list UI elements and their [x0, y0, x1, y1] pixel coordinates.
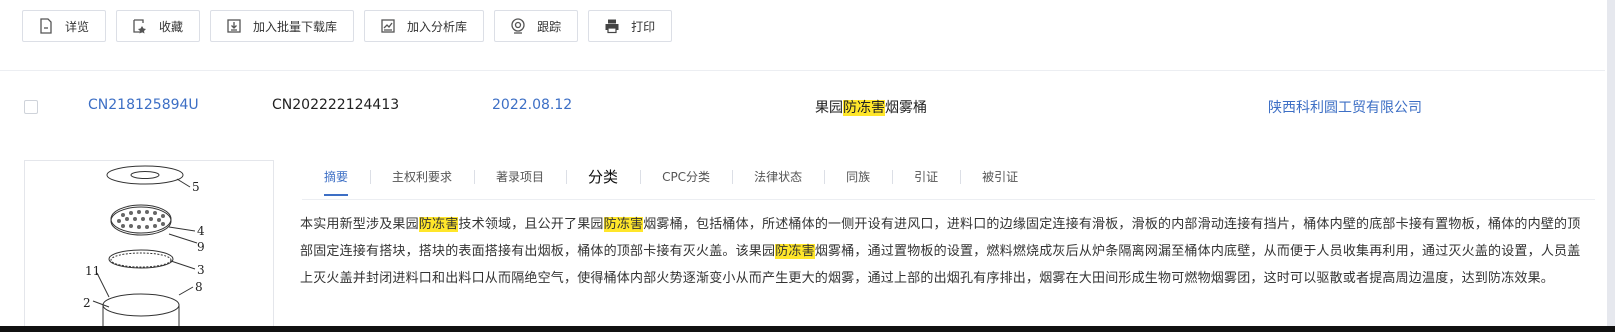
toolbar: 详览 收藏 加入批量下载库 加入分析库 跟踪 打印 [22, 10, 673, 44]
favorite-button[interactable]: 收藏 [116, 10, 201, 42]
add-analysis-button[interactable]: 加入分析库 [364, 10, 485, 42]
keyword-highlight: 防冻害 [418, 217, 459, 232]
track-button-label: 跟踪 [537, 19, 562, 34]
tab-main-claim[interactable]: 主权利要求 [370, 165, 474, 189]
publication-date: 2022.08.12 [492, 97, 573, 113]
detail-tabs: 摘要 主权利要求 著录项目 分类 CPC分类 法律状态 同族 引证 被引证 [302, 162, 1040, 196]
batch-download-button-label: 加入批量下载库 [253, 19, 338, 34]
toolbar-divider [0, 70, 1605, 71]
drawing-label: 2 [83, 296, 91, 310]
patent-drawing-thumbnail[interactable]: 5 4 9 3 11 8 2 [24, 160, 274, 327]
patent-drawing: 5 4 9 3 11 8 2 [83, 165, 205, 327]
chart-analysis-icon [379, 17, 397, 35]
download-box-icon [225, 17, 243, 35]
add-analysis-button-label: 加入分析库 [407, 19, 468, 34]
tabs-divider [302, 199, 1595, 200]
tab-cpc-classification[interactable]: CPC分类 [640, 165, 732, 189]
keyword-highlight: 防冻害 [603, 217, 644, 232]
abstract-text: 本实用新型涉及果园防冻害技术领域，且公开了果园防冻害烟雾桶，包括桶体，所述桶体的… [300, 217, 1581, 286]
drawing-label: 9 [197, 240, 205, 254]
favorite-button-label: 收藏 [159, 19, 184, 34]
publication-number-link[interactable]: CN218125894U [88, 97, 199, 113]
detail-button-label: 详览 [65, 19, 90, 34]
window-bottom-border [0, 326, 1615, 332]
drawing-label: 4 [197, 224, 205, 238]
radar-icon [509, 17, 527, 35]
tab-classification[interactable]: 分类 [566, 165, 640, 189]
tab-abstract[interactable]: 摘要 [302, 165, 370, 196]
tab-bibliographic[interactable]: 著录项目 [474, 165, 566, 189]
scrollbar-track[interactable] [1607, 0, 1615, 332]
tab-family[interactable]: 同族 [824, 165, 892, 189]
title-highlight: 防冻害 [843, 100, 885, 116]
drawing-label: 11 [85, 264, 100, 278]
tab-cited-by[interactable]: 被引证 [960, 165, 1040, 189]
application-number: CN202222124413 [272, 97, 400, 113]
document-icon [37, 17, 55, 35]
print-button-label: 打印 [631, 19, 656, 34]
tab-citations[interactable]: 引证 [892, 165, 960, 189]
tab-legal-status[interactable]: 法律状态 [732, 165, 824, 189]
drawing-label: 5 [192, 180, 200, 194]
drawing-label: 8 [195, 280, 203, 294]
applicant-link[interactable]: 陕西科利圆工贸有限公司 [1268, 97, 1422, 117]
drawing-label: 3 [197, 263, 205, 277]
batch-download-button[interactable]: 加入批量下载库 [210, 10, 355, 42]
bookmark-add-icon [131, 17, 149, 35]
keyword-highlight: 防冻害 [775, 244, 815, 259]
result-row: CN218125894U CN202222124413 2022.08.12 果… [0, 92, 1605, 122]
patent-title: 果园防冻害烟雾桶 [815, 100, 927, 116]
detail-button[interactable]: 详览 [22, 10, 107, 42]
printer-icon [603, 17, 621, 35]
track-button[interactable]: 跟踪 [494, 10, 579, 42]
select-checkbox[interactable] [24, 100, 38, 114]
print-button[interactable]: 打印 [588, 10, 673, 42]
